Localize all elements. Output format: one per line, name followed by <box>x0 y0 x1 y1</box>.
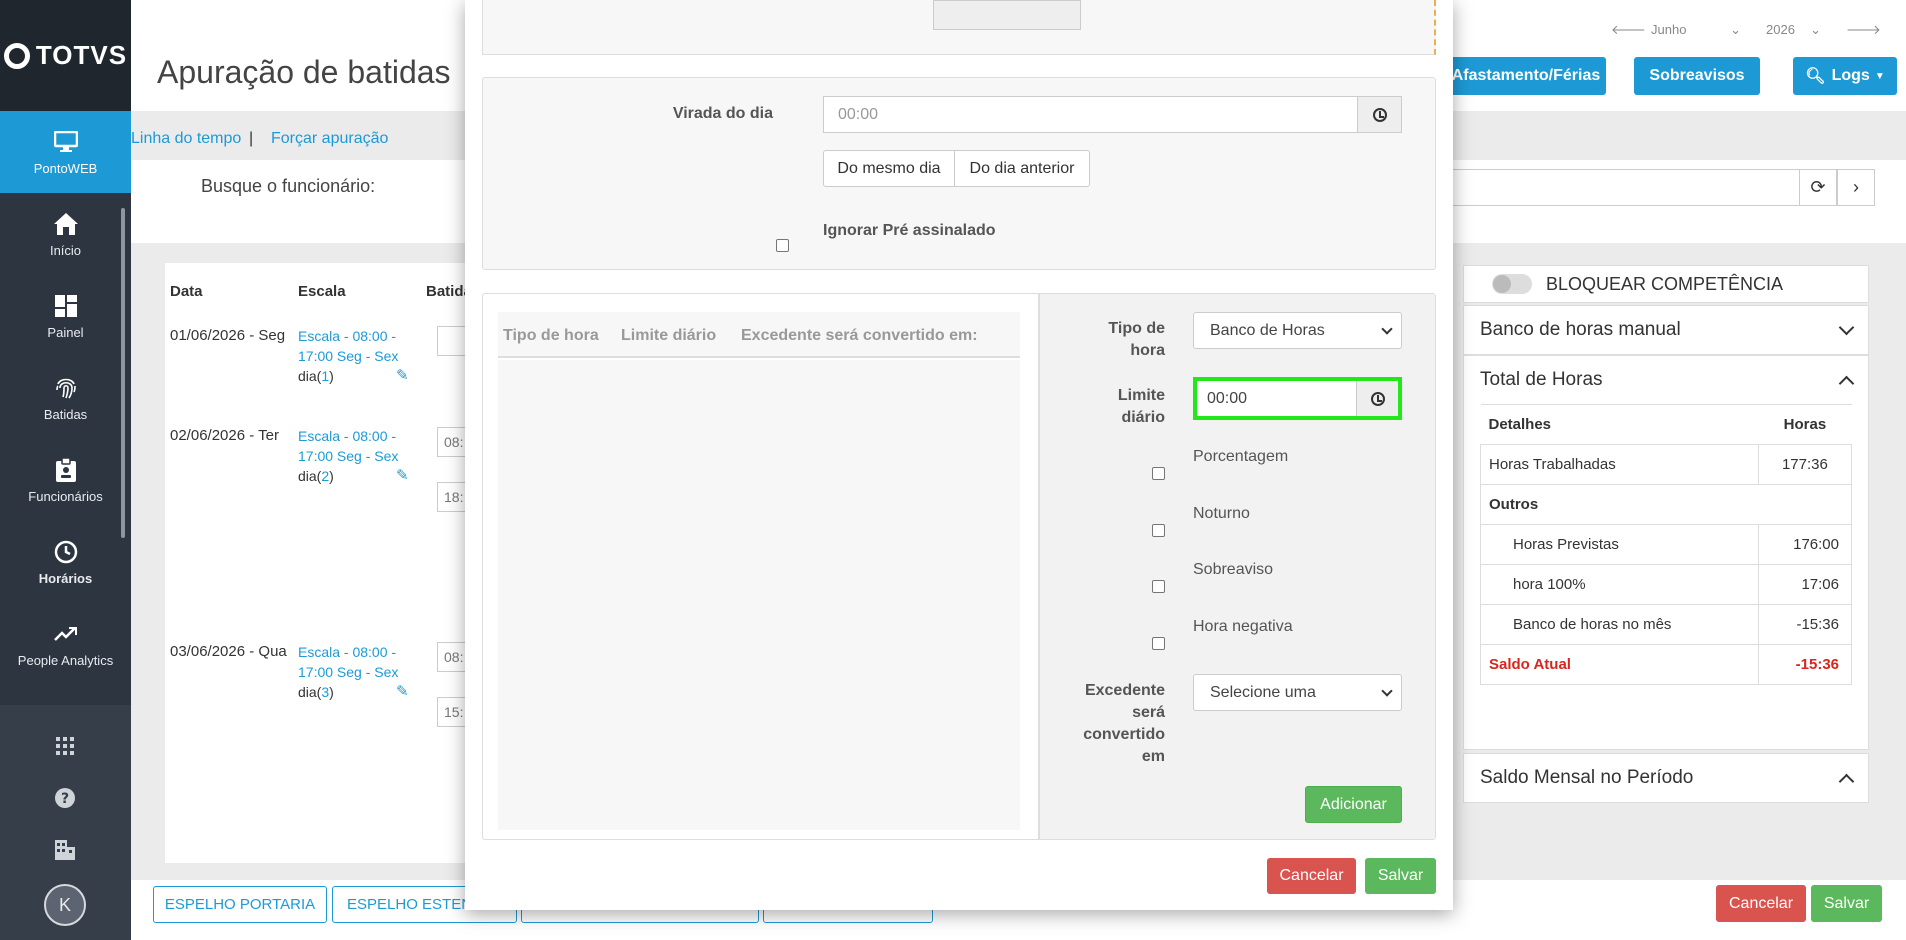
same-day-button[interactable]: Do mesmo dia <box>823 150 955 187</box>
totvs-logo[interactable]: TOTVS <box>0 0 131 111</box>
avatar[interactable]: K <box>44 884 86 926</box>
standby-label: Sobreaviso <box>1193 561 1274 578</box>
apps-grid-icon[interactable] <box>53 734 77 758</box>
percent-label: Porcentagem <box>1193 448 1289 465</box>
limit-label-line-1: Limite <box>1117 387 1165 404</box>
logo-text: TOTVS <box>35 40 128 70</box>
sidebar-item-inicio[interactable]: Início <box>0 193 131 275</box>
excess-convert-select[interactable]: Selecione uma <box>1193 674 1402 711</box>
chevron-down-icon <box>1381 322 1393 335</box>
sidebar-item-label: Batidas <box>43 406 88 422</box>
excess-label-line-2: será <box>1132 704 1165 721</box>
daily-limit-input[interactable]: 00:00 <box>1193 377 1402 420</box>
dashboard-icon <box>53 293 79 319</box>
virada-clock-button[interactable] <box>1357 97 1401 132</box>
sidebar-item-pontoweb[interactable]: PontoWEB <box>0 111 131 193</box>
excess-label-line-1: Excedente <box>1084 682 1165 699</box>
virada-label: Virada do dia <box>672 105 773 122</box>
sidebar-item-painel[interactable]: Painel <box>0 275 131 357</box>
sidebar-item-label: People Analytics <box>17 652 114 668</box>
sidebar-item-label: Funcionários <box>28 488 103 504</box>
chevron-down-icon <box>1381 684 1393 697</box>
sidebar-item-funcionarios[interactable]: Funcionários <box>0 439 131 521</box>
virada-input[interactable]: 00:00 <box>823 96 1402 133</box>
building-icon[interactable] <box>53 838 77 862</box>
excess-convert-value: Selecione uma <box>1210 683 1316 701</box>
home-icon <box>53 211 79 237</box>
virada-value: 00:00 <box>838 105 879 123</box>
sidebar-item-people-analytics[interactable]: People Analytics <box>0 603 131 685</box>
excess-label: Excedente será convertido em <box>1050 680 1165 768</box>
grid-col-type: Tipo de hora <box>503 327 599 344</box>
help-icon[interactable]: ? <box>53 786 77 810</box>
hour-types-card: Tipo de hora Limite diário Excedente ser… <box>482 293 1436 840</box>
hour-types-grid-body <box>498 360 1020 830</box>
sidebar: TOTVS PontoWEB Início Painel Batidas Fun… <box>0 0 131 940</box>
sidebar-item-horarios[interactable]: Horários <box>0 521 131 603</box>
night-checkbox[interactable] <box>1152 524 1165 537</box>
night-label: Noturno <box>1193 505 1250 522</box>
sidebar-item-label: PontoWEB <box>33 160 98 176</box>
modal-save-button[interactable]: Salvar <box>1365 858 1436 894</box>
trend-icon <box>53 621 79 647</box>
hour-type-select[interactable]: Banco de Horas <box>1193 312 1402 349</box>
modal-top-card <box>482 0 1436 55</box>
sidebar-scrollbar[interactable] <box>121 208 125 538</box>
clock-icon <box>1370 391 1385 406</box>
add-hour-type-button[interactable]: Adicionar <box>1305 786 1402 823</box>
type-label: Tipo de hora <box>1050 318 1165 362</box>
avatar-initial: K <box>58 894 71 915</box>
excess-label-line-4: em <box>1141 748 1165 765</box>
negative-checkbox[interactable] <box>1152 637 1165 650</box>
badge-icon <box>53 457 79 483</box>
percent-checkbox[interactable] <box>1152 467 1165 480</box>
clock-icon <box>1372 107 1387 122</box>
limit-label-line-2: diário <box>1121 409 1165 426</box>
negative-label: Hora negativa <box>1193 618 1293 635</box>
sidebar-item-label: Horários <box>38 570 93 586</box>
hour-type-value: Banco de Horas <box>1210 321 1325 339</box>
hour-type-form: Tipo de hora Banco de Horas Limite diário … <box>1038 294 1435 839</box>
modal-cancel-button[interactable]: Cancelar <box>1267 858 1356 894</box>
excess-label-line-3: convertido <box>1083 726 1165 743</box>
totvs-logo-icon <box>3 42 30 69</box>
svg-text:?: ? <box>61 791 69 807</box>
ignore-pre-label: Ignorar Pré assinalado <box>823 222 996 239</box>
day-turn-card: Virada do dia 00:00 Do mesmo dia Do dia … <box>482 77 1436 270</box>
hour-type-modal: Virada do dia 00:00 Do mesmo dia Do dia … <box>465 0 1453 910</box>
daily-limit-value: 00:00 <box>1207 389 1248 407</box>
modal-top-button[interactable] <box>933 0 1081 30</box>
grid-col-excess: Excedente será convertido em: <box>741 327 978 344</box>
grid-col-limit: Limite diário <box>621 327 717 344</box>
type-label-line-2: hora <box>1130 342 1165 359</box>
previous-day-button[interactable]: Do dia anterior <box>954 150 1090 187</box>
sidebar-item-label: Painel <box>47 324 84 340</box>
monitor-icon <box>53 129 79 155</box>
limit-clock-button[interactable] <box>1356 381 1398 416</box>
fingerprint-icon <box>53 375 79 401</box>
sidebar-item-label: Início <box>49 242 82 258</box>
hour-types-grid-header: Tipo de hora Limite diário Excedente ser… <box>498 312 1020 358</box>
clock-icon <box>53 539 79 565</box>
limit-label: Limite diário <box>1050 385 1165 429</box>
standby-checkbox[interactable] <box>1152 580 1165 593</box>
sidebar-item-batidas[interactable]: Batidas <box>0 357 131 439</box>
ignore-pre-checkbox[interactable] <box>776 239 789 252</box>
sidebar-bottom: ? K <box>0 705 131 940</box>
type-label-line-1: Tipo de <box>1108 320 1165 337</box>
